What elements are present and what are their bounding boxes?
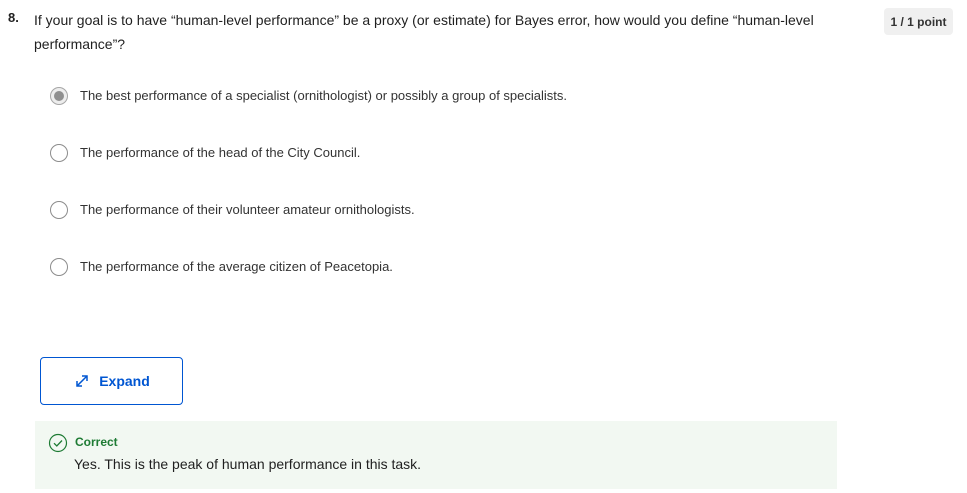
answer-options: The best performance of a specialist (or… bbox=[50, 86, 850, 314]
feedback-status: Correct bbox=[75, 435, 118, 449]
radio-button[interactable] bbox=[50, 144, 68, 162]
expand-button[interactable]: Expand bbox=[40, 357, 183, 405]
radio-button[interactable] bbox=[50, 201, 68, 219]
feedback-panel: Correct Yes. This is the peak of human p… bbox=[35, 421, 837, 489]
question-text: If your goal is to have “human-level per… bbox=[34, 12, 814, 52]
answer-option-4[interactable]: The performance of the average citizen o… bbox=[50, 257, 850, 314]
option-label: The best performance of a specialist (or… bbox=[80, 88, 568, 103]
expand-button-label: Expand bbox=[99, 373, 150, 389]
expand-arrows-icon bbox=[73, 372, 91, 390]
radio-button[interactable] bbox=[50, 258, 68, 276]
radio-button-selected[interactable] bbox=[50, 87, 68, 105]
points-badge: 1 / 1 point bbox=[884, 8, 953, 35]
answer-option-2[interactable]: The performance of the head of the City … bbox=[50, 143, 850, 200]
radio-dot bbox=[54, 91, 64, 101]
question-number: 8. bbox=[8, 10, 19, 25]
option-label: The performance of the head of the City … bbox=[80, 145, 361, 160]
option-label: The performance of their volunteer amate… bbox=[80, 202, 415, 217]
option-label: The performance of the average citizen o… bbox=[80, 259, 393, 274]
quiz-question: 8. If your goal is to have “human-level … bbox=[0, 0, 967, 493]
check-circle-icon bbox=[48, 433, 68, 453]
answer-option-3[interactable]: The performance of their volunteer amate… bbox=[50, 200, 850, 257]
answer-option-1[interactable]: The best performance of a specialist (or… bbox=[50, 86, 850, 143]
feedback-text: Yes. This is the peak of human performan… bbox=[74, 456, 422, 472]
